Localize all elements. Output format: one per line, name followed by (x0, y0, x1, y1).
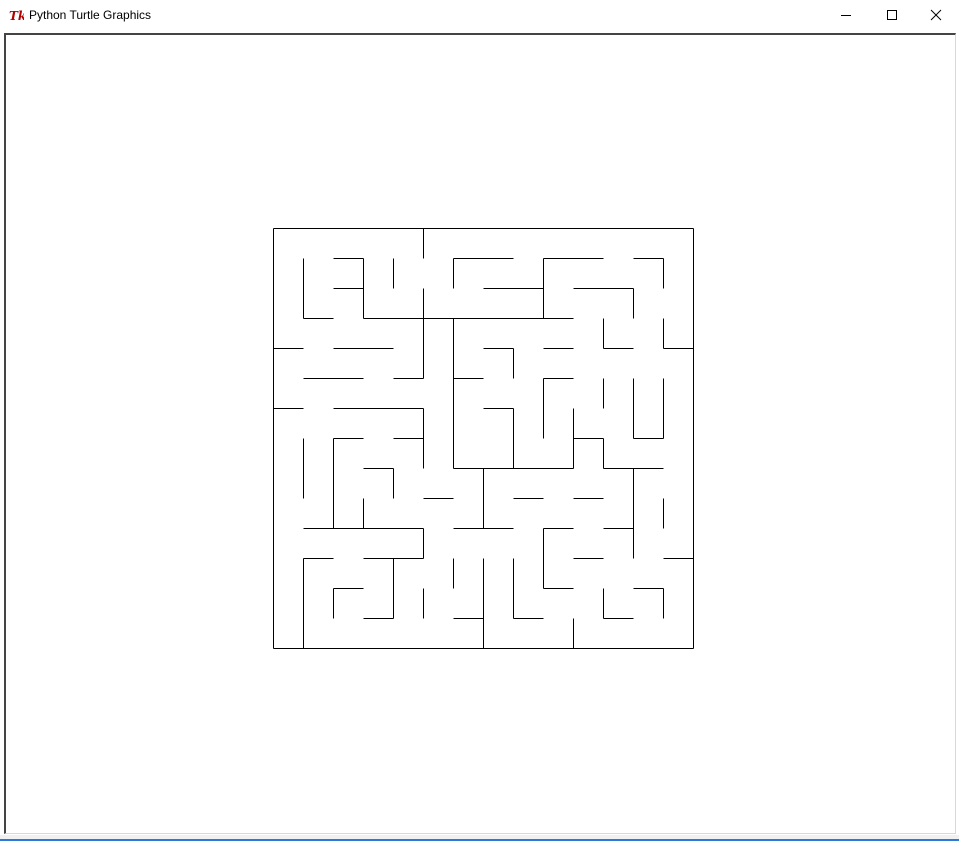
maze-drawing (273, 228, 694, 649)
taskbar-edge (0, 835, 959, 841)
turtle-window: Tk Python Turtle Graphics (0, 0, 959, 841)
